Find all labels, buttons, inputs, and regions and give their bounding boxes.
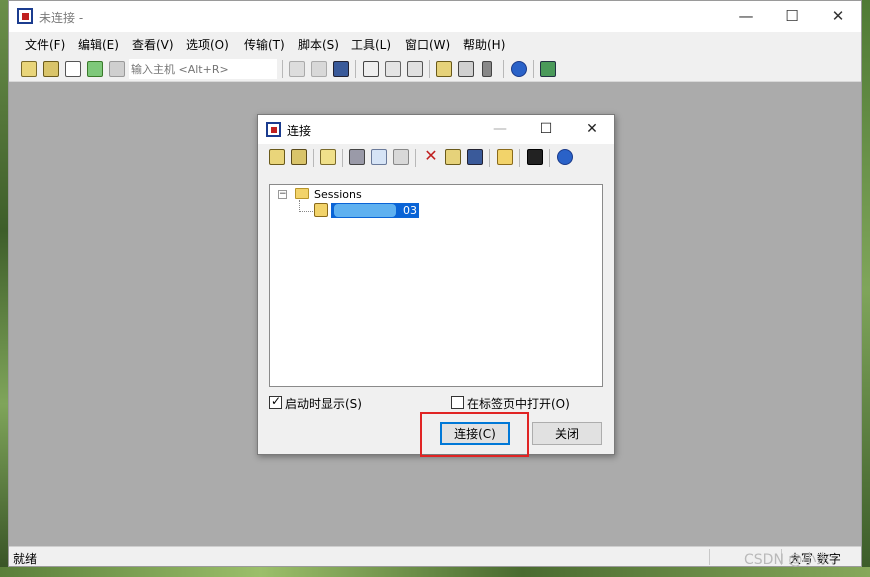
menu-options[interactable]: 选项(O) — [186, 36, 229, 53]
menu-transfer[interactable]: 传输(T) — [244, 36, 285, 53]
session-options-icon[interactable] — [436, 61, 452, 77]
find-icon[interactable] — [467, 149, 483, 165]
toolbar-separator — [313, 149, 314, 167]
print-setup-icon[interactable] — [363, 61, 379, 77]
watermark: CSDN @小东. — [744, 552, 835, 568]
session-item[interactable]: 03 — [331, 203, 419, 218]
sftp-icon[interactable] — [540, 61, 556, 77]
toolbar-separator — [549, 149, 550, 167]
menu-script[interactable]: 脚本(S) — [298, 36, 339, 53]
find-icon[interactable] — [333, 61, 349, 77]
print-screen-icon[interactable] — [407, 61, 423, 77]
show-on-startup-label[interactable]: 启动时显示(S) — [285, 395, 362, 412]
new-folder-icon[interactable] — [497, 149, 513, 165]
dialog-title-bar[interactable]: 连接 — ☐ ✕ — [258, 115, 614, 144]
menu-window[interactable]: 窗口(W) — [405, 36, 450, 53]
menu-file[interactable]: 文件(F) — [25, 36, 65, 53]
toolbar-separator — [503, 60, 504, 78]
minimize-button[interactable]: — — [723, 1, 769, 32]
tree-connector — [299, 211, 313, 212]
toolbar-separator — [415, 149, 416, 167]
delete-icon[interactable]: ✕ — [423, 148, 439, 165]
status-bar: 就绪 大写 数字 CSDN @小东. — [9, 546, 861, 568]
connect-icon[interactable] — [269, 149, 285, 165]
window-title: 未连接 - — [39, 11, 84, 25]
toolbar-separator — [519, 149, 520, 167]
help-icon[interactable] — [511, 61, 527, 77]
session-name: 03 — [403, 204, 417, 217]
help-icon[interactable] — [557, 149, 573, 165]
dialog-title: 连接 — [287, 124, 312, 138]
desktop-shortcut-icon[interactable] — [527, 149, 543, 165]
toolbar-separator — [282, 60, 283, 78]
disconnect-icon[interactable] — [109, 61, 125, 77]
maximize-button[interactable]: ☐ — [769, 1, 815, 32]
tree-root-label[interactable]: Sessions — [314, 188, 362, 201]
app-icon — [17, 8, 33, 24]
menu-bar: 文件(F) 编辑(E) 查看(V) 选项(O) 传输(T) 脚本(S) 工具(L… — [9, 32, 861, 56]
status-cell — [709, 549, 710, 565]
main-toolbar — [9, 56, 861, 82]
toolbar-separator — [489, 149, 490, 167]
cut-icon[interactable] — [349, 149, 365, 165]
show-on-startup-checkbox[interactable] — [269, 394, 282, 409]
properties-icon[interactable] — [445, 149, 461, 165]
paste-icon[interactable] — [393, 149, 409, 165]
paste-icon[interactable] — [311, 61, 327, 77]
toolbar-separator — [355, 60, 356, 78]
folder-icon — [295, 188, 309, 199]
redacted-mask — [334, 204, 396, 217]
connect-tab-icon[interactable] — [65, 61, 81, 77]
toolbar-separator — [429, 60, 430, 78]
toolbar-separator — [342, 149, 343, 167]
menu-help[interactable]: 帮助(H) — [463, 36, 505, 53]
dialog-close-button[interactable]: ✕ — [570, 115, 614, 144]
annotation-highlight-box — [420, 412, 529, 457]
dialog-minimize-button: — — [493, 121, 507, 137]
desktop-background-right — [862, 0, 870, 577]
connect-dialog: 连接 — ☐ ✕ ✕ − Sessions 03 ✓ 启动时显示(S) 在标签页… — [257, 114, 615, 455]
connect-icon[interactable] — [21, 61, 37, 77]
title-bar[interactable]: 未连接 - — ☐ ✕ — [9, 1, 861, 32]
copy-icon[interactable] — [289, 61, 305, 77]
session-tree[interactable]: − Sessions 03 — [269, 184, 603, 387]
connect-tab-icon[interactable] — [291, 149, 307, 165]
dialog-toolbar: ✕ — [258, 145, 614, 171]
dialog-close-action-button[interactable]: 关闭 — [532, 422, 602, 445]
desktop-background-left — [0, 0, 8, 577]
desktop-background-bottom — [0, 567, 870, 577]
host-input[interactable] — [129, 59, 277, 79]
copy-icon[interactable] — [371, 149, 387, 165]
reconnect-icon[interactable] — [87, 61, 103, 77]
new-session-icon[interactable] — [320, 149, 336, 165]
close-button[interactable]: ✕ — [815, 1, 861, 32]
open-in-tab-checkbox[interactable] — [451, 396, 464, 409]
dialog-app-icon — [266, 122, 281, 137]
menu-tools[interactable]: 工具(L) — [351, 36, 391, 53]
menu-edit[interactable]: 编辑(E) — [78, 36, 119, 53]
menu-view[interactable]: 查看(V) — [132, 36, 174, 53]
status-text: 就绪 — [13, 552, 38, 566]
print-icon[interactable] — [385, 61, 401, 77]
keymap-icon[interactable] — [482, 61, 492, 77]
dialog-maximize-button[interactable]: ☐ — [524, 115, 568, 144]
quick-connect-icon[interactable] — [43, 61, 59, 77]
tree-collapse-icon[interactable]: − — [278, 190, 287, 199]
toolbar-separator — [533, 60, 534, 78]
session-icon — [314, 203, 328, 217]
global-options-icon[interactable] — [458, 61, 474, 77]
open-in-tab-label[interactable]: 在标签页中打开(O) — [467, 395, 570, 412]
